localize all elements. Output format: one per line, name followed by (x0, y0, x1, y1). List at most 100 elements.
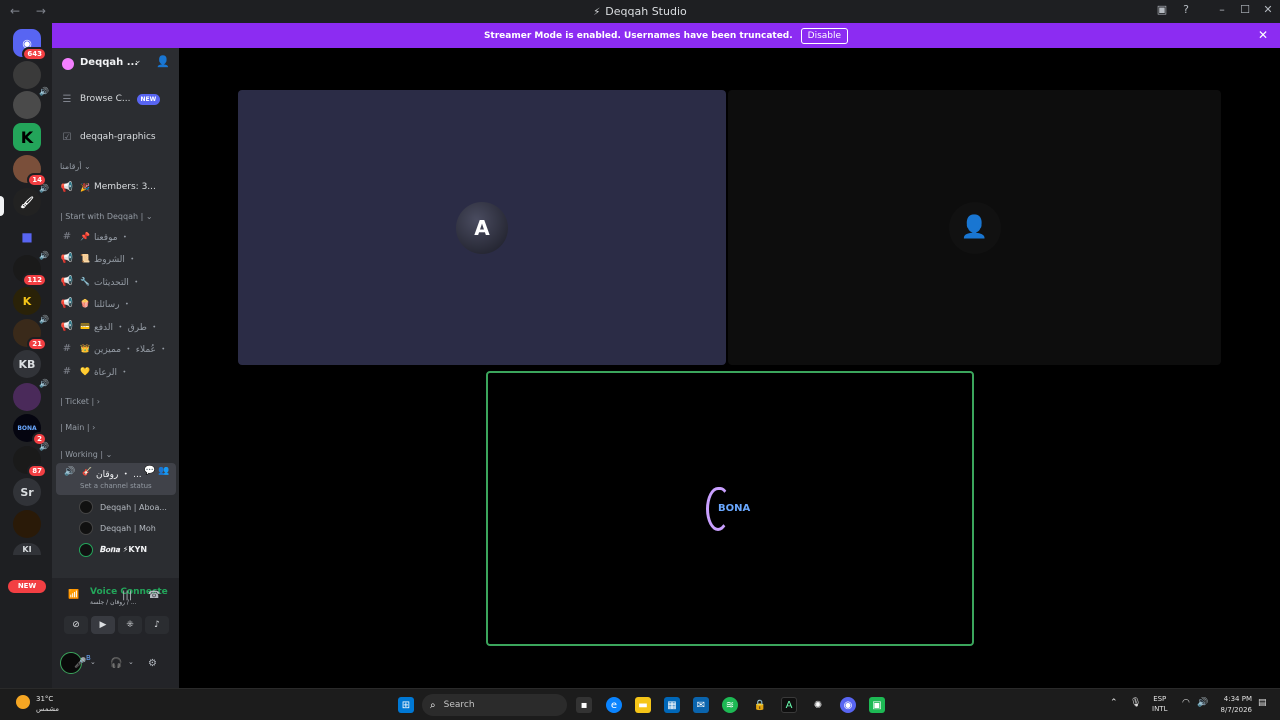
banner-message: Streamer Mode is enabled. Usernames have… (483, 30, 793, 41)
spotify-icon[interactable]: ≋ (722, 697, 738, 713)
server-icon[interactable]: 🔊 87 (13, 442, 49, 478)
outlook-icon[interactable]: ✉ (693, 697, 709, 713)
checkbox-icon: ☑ (62, 131, 72, 143)
window-title: ⚡ Deqqah Studio (0, 5, 1280, 18)
chevron-down-icon[interactable]: ⌄ (90, 658, 96, 666)
server-icon[interactable]: KB (13, 350, 41, 378)
maximize-icon[interactable]: ☐ (1237, 3, 1253, 16)
member-name: Deqqah | Moh (100, 523, 156, 533)
soundboard-button[interactable]: ♪ (145, 616, 169, 634)
disable-button[interactable]: Disable (800, 27, 849, 44)
emoji: 👑 (80, 343, 90, 353)
notification-icon[interactable]: ▤ (1258, 698, 1267, 708)
category-header[interactable]: | Working | ⌄ (60, 450, 112, 459)
disconnect-icon[interactable]: ☎ (148, 590, 160, 601)
server-list: ◉ 643 🔊 K 14 🖌 🔊 ■ 🔊 112 K 🔊 21 KB 🔊 BONA 2 … (0, 23, 52, 688)
server-icon[interactable] (13, 61, 41, 89)
volume-icon[interactable]: 🔊 (1197, 698, 1208, 708)
microphone-icon[interactable]: 🎙 (1130, 698, 1141, 708)
chevron-down-icon[interactable]: ⌄ (128, 658, 134, 666)
category-header[interactable]: | Main | › (60, 423, 95, 432)
taskbar-search[interactable]: ⌕ Search (422, 694, 567, 716)
server-badge: 21 (27, 337, 47, 351)
noise-suppression-icon[interactable]: ||| (122, 590, 132, 601)
close-icon[interactable]: ✕ (1260, 3, 1276, 16)
channel-row[interactable]: # 👑 عُملاء ・ مميزين ・ (60, 338, 176, 358)
channel-row[interactable]: 📢 🔧 التحديثات ・ (60, 271, 176, 291)
weather-icon[interactable] (16, 695, 30, 709)
close-icon[interactable]: ✕ (1258, 28, 1268, 42)
voice-member[interactable]: Deqqah | Aboa... (79, 498, 167, 516)
category-header[interactable]: | Ticket | › (60, 397, 100, 406)
camera-off-button[interactable]: ⊘ (64, 616, 88, 634)
server-icon[interactable]: 🔊 112 (13, 251, 49, 287)
server-icon[interactable]: K (13, 123, 41, 151)
member-name: Deqqah | Aboa... (100, 502, 167, 512)
invite-icon[interactable]: 👥 (158, 466, 169, 476)
channel-row[interactable]: # 📌 موقعنا ・ (60, 226, 176, 246)
task-view-icon[interactable]: ▪ (576, 697, 592, 713)
channel-members[interactable]: 📢 🎉 Members: 3... (60, 177, 176, 197)
microphone-icon[interactable]: 🎤 (74, 658, 86, 669)
settings-icon[interactable]: ⚙ (148, 658, 157, 669)
browse-channels[interactable]: ☰ Browse C... NEW (60, 89, 176, 109)
channel-row[interactable]: 📢 📜 الشروط ・ (60, 248, 176, 268)
inbox-icon[interactable]: ▣ (1154, 3, 1170, 16)
category-header[interactable]: | Start with Deqqah | ⌄ (60, 212, 153, 221)
language-indicator[interactable]: ESP INTL (1152, 694, 1167, 714)
store-icon[interactable]: ▦ (664, 697, 680, 713)
signal-icon: 📶 (68, 590, 80, 600)
folder-icon[interactable]: ■ (13, 223, 41, 251)
minimize-icon[interactable]: – (1214, 3, 1230, 16)
server-icon[interactable] (13, 510, 41, 538)
list-icon: ☰ (62, 93, 72, 105)
screen-share-button[interactable]: ▶ (91, 616, 115, 634)
chevron-up-icon[interactable]: ⌃ (1110, 698, 1118, 708)
discord-icon[interactable]: ◉ (840, 697, 856, 713)
help-icon[interactable]: ? (1178, 3, 1194, 16)
chatgpt-icon[interactable]: ✺ (810, 697, 826, 713)
category-header[interactable]: أرقامنا ⌄ (60, 162, 91, 171)
channel-name: عُملاء ・ مميزين ・ (93, 344, 168, 355)
taskbar-clock[interactable]: 4:34 PM 8/7/2026 (1214, 694, 1252, 716)
server-header[interactable]: Deqqah ... ⌄ 👤 (52, 48, 179, 80)
server-name: Deqqah ... (80, 57, 139, 68)
server-icon[interactable]: K (13, 287, 41, 315)
chat-icon[interactable]: 💬 (144, 466, 155, 476)
headphones-icon[interactable]: 🎧 (110, 658, 122, 669)
lock-icon[interactable]: 🔒 (752, 697, 768, 713)
home-button[interactable]: ◉ 643 (13, 29, 47, 61)
channel-name: deqqah-graphics (80, 132, 156, 142)
wifi-icon[interactable]: ◠ (1182, 698, 1190, 708)
file-explorer-icon[interactable]: ▬ (635, 697, 651, 713)
app-icon[interactable]: ▣ (869, 697, 885, 713)
server-icon[interactable]: Sr (13, 478, 41, 506)
activities-button[interactable]: ⁜ (118, 616, 142, 634)
add-member-icon[interactable]: 👤 (156, 55, 170, 68)
voice-channel-selected[interactable]: 🔊 🎸 روقان ・ ... 💬 👥 Set a channel status (56, 463, 176, 495)
app-icon[interactable]: A (781, 697, 797, 713)
server-icon[interactable]: 🖌 🔊 (13, 184, 49, 216)
edge-icon[interactable]: e (606, 697, 622, 713)
participant-tile[interactable]: 👤 (728, 90, 1221, 365)
channel-row[interactable]: 📢 🍿 رسائلنا ・ (60, 293, 176, 313)
channel-name: الشروط ・ (93, 254, 137, 265)
server-icon[interactable]: 🔊 (13, 87, 49, 119)
start-icon[interactable]: ⊞ (398, 697, 414, 713)
weather-widget[interactable]: 31°C مشمس (36, 694, 59, 714)
server-icon[interactable]: BONA 2 (13, 414, 47, 446)
server-icon[interactable]: 🔊 21 (13, 315, 49, 351)
emoji: 📜 (80, 253, 90, 263)
channel-status[interactable]: Set a channel status (80, 482, 152, 490)
server-icon[interactable]: 🔊 (13, 379, 49, 411)
server-icon[interactable]: 14 (13, 155, 47, 187)
channel-deqqah-graphics[interactable]: ☑ deqqah-graphics (60, 127, 176, 147)
voice-member[interactable]: 𝑩𝒐𝒏𝒂 ⚡KYN (79, 541, 147, 559)
server-icon[interactable]: KI (13, 543, 41, 555)
avatar (79, 521, 93, 535)
voice-member[interactable]: Deqqah | Moh (79, 519, 156, 537)
participant-tile-speaking[interactable]: BONA (486, 371, 974, 646)
channel-row[interactable]: # 💛 الرعاة ・ (60, 361, 176, 381)
participant-tile[interactable]: A (238, 90, 726, 365)
channel-row[interactable]: 📢 💳 طرق ・ الدفع ・ (60, 316, 176, 336)
